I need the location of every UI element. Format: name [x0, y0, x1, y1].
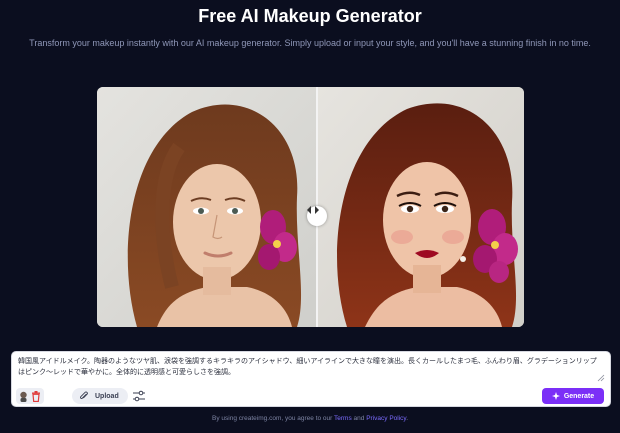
- resize-grip-icon[interactable]: [597, 374, 605, 382]
- compare-arrows-icon: [307, 206, 319, 214]
- prompt-textarea[interactable]: 韓国風アイドルメイク。陶器のようなツヤ肌、涙袋を強調するキラキラのアイシャドウ、…: [18, 356, 600, 384]
- before-after-comparison[interactable]: [97, 87, 524, 327]
- footer-terms: By using createimg.com, you agree to our…: [0, 415, 620, 422]
- footer-suffix: .: [406, 415, 408, 422]
- before-image: [97, 87, 317, 327]
- upload-label: Upload: [95, 392, 119, 400]
- footer-prefix: By using createimg.com, you agree to our: [212, 415, 333, 422]
- compare-slider-handle[interactable]: [307, 206, 327, 226]
- prompt-box: 韓国風アイドルメイク。陶器のようなツヤ肌、涙袋を強調するキラキラのアイシャドウ、…: [11, 351, 611, 407]
- face-reference-button[interactable]: [16, 388, 44, 404]
- footer-and: and: [353, 415, 365, 422]
- prompt-toolbar: Upload Generate: [16, 388, 608, 404]
- page-subtitle: Transform your makeup instantly with our…: [29, 38, 591, 48]
- generate-button[interactable]: Generate: [542, 388, 604, 404]
- paperclip-icon: [80, 391, 88, 399]
- after-image: [317, 87, 524, 327]
- sparkle-icon: [551, 392, 560, 400]
- page-title: Free AI Makeup Generator: [198, 6, 422, 26]
- generate-label: Generate: [563, 392, 595, 400]
- sliders-icon[interactable]: [132, 389, 146, 403]
- privacy-policy-link[interactable]: Privacy Policy: [366, 415, 406, 422]
- upload-button[interactable]: Upload: [72, 388, 128, 404]
- trash-icon[interactable]: [31, 390, 41, 402]
- face-icon: [20, 391, 27, 402]
- terms-link[interactable]: Terms: [334, 415, 352, 422]
